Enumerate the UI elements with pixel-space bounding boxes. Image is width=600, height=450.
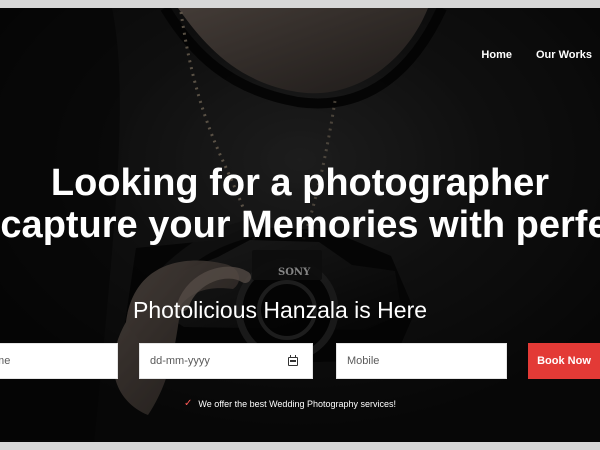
browser-screenshot-frame: SONY Home Our Works Looking for a photog… xyxy=(0,0,600,450)
date-field-container xyxy=(139,343,313,379)
main-navigation: Home Our Works xyxy=(481,49,592,61)
nav-link-home[interactable]: Home xyxy=(481,49,512,61)
nav-link-our-works[interactable]: Our Works xyxy=(536,49,592,61)
camera-brand-label: SONY xyxy=(278,267,311,278)
hero-headline-line-2: to capture your Memories with perfection xyxy=(0,204,600,246)
name-input[interactable] xyxy=(0,344,117,378)
offer-text: We offer the best Wedding Photography se… xyxy=(198,399,397,409)
hero-section: SONY Home Our Works Looking for a photog… xyxy=(0,8,600,442)
calendar-icon[interactable] xyxy=(288,355,298,366)
photographer-collar xyxy=(160,8,447,109)
date-input[interactable] xyxy=(140,344,312,378)
check-icon: ✓ xyxy=(184,398,193,409)
hero-subtitle: Photolicious Hanzala is Here xyxy=(133,297,428,323)
mobile-field-container xyxy=(336,343,507,379)
photographer-left-hand xyxy=(113,260,240,415)
offer-message: ✓ We offer the best Wedding Photography … xyxy=(184,398,397,410)
bottom-window-border xyxy=(0,442,600,450)
hero-headline-line-1: Looking for a photographer xyxy=(50,162,550,204)
name-field-container xyxy=(0,343,118,379)
camera-top-plate xyxy=(252,250,322,280)
photographer-neck xyxy=(178,8,428,94)
mobile-input[interactable] xyxy=(337,344,506,378)
book-now-button[interactable]: Book Now xyxy=(528,343,600,379)
